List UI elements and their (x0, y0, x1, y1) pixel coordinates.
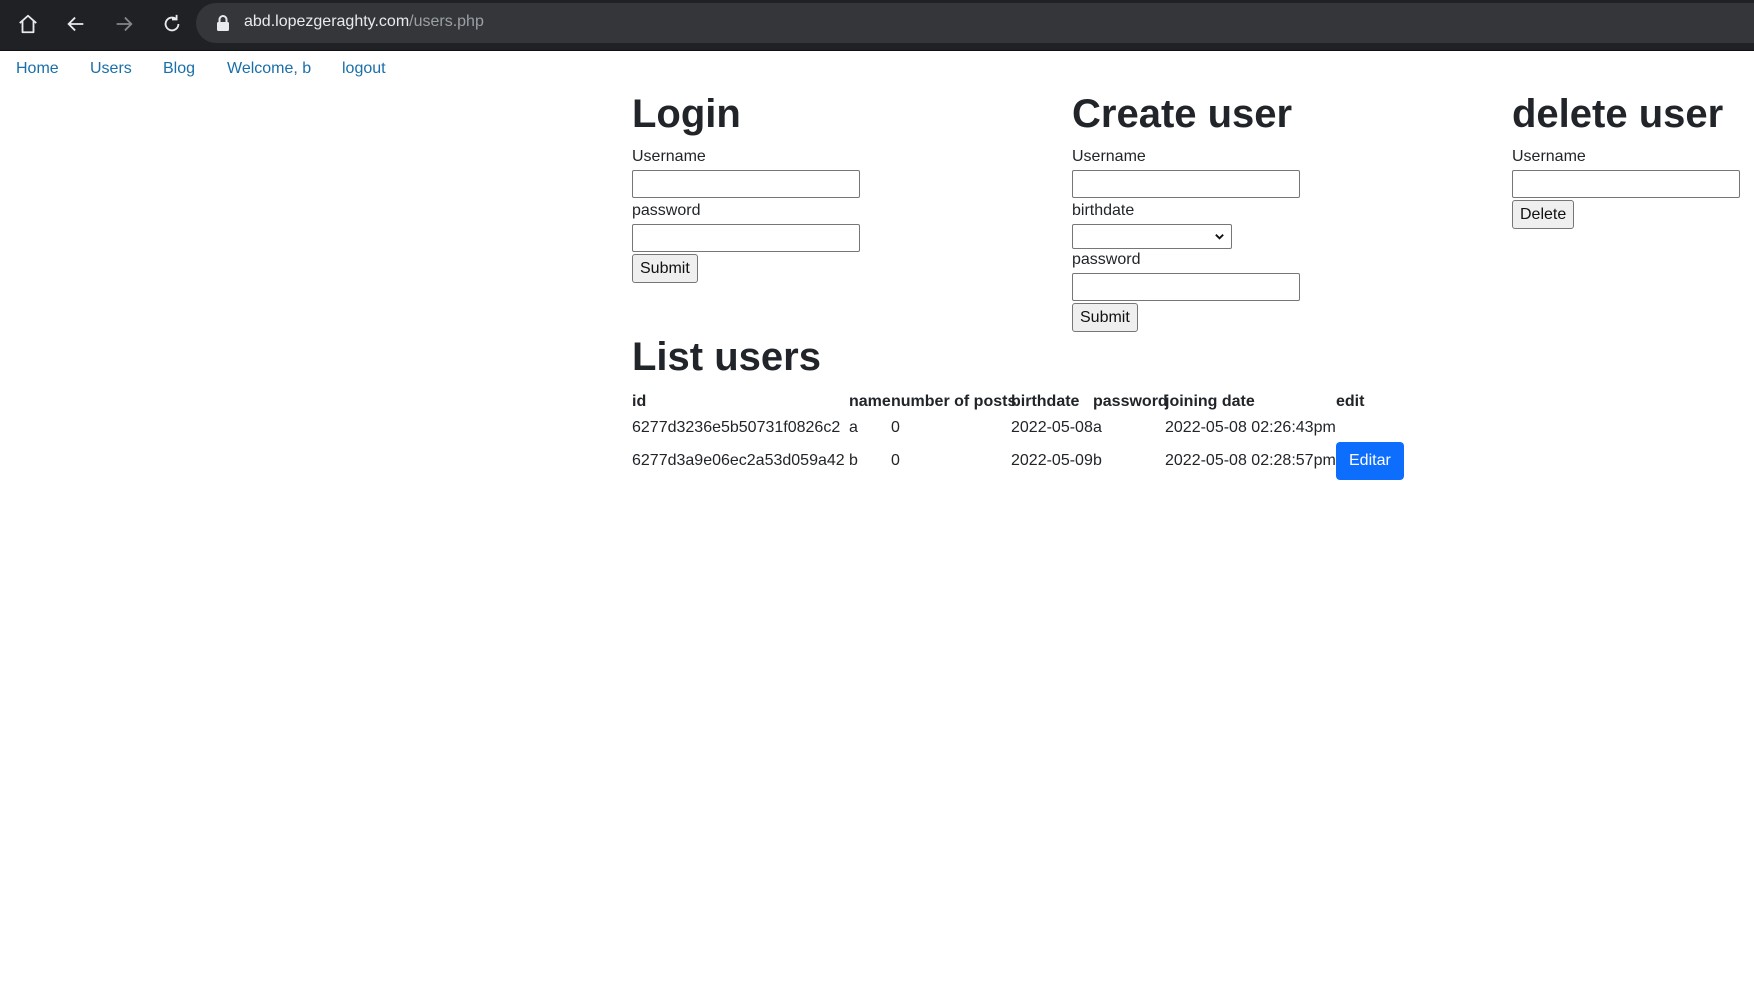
table-cell-posts: 0 (891, 419, 900, 436)
login-username-input[interactable] (632, 170, 860, 198)
create-user-section: Create user Username birthdate password … (1072, 94, 1492, 344)
create-password-input[interactable] (1072, 273, 1300, 301)
nav-blog-link[interactable]: Blog (163, 60, 195, 78)
delete-user-title: delete user (1512, 92, 1724, 136)
delete-button[interactable]: Delete (1512, 200, 1575, 229)
table-cell-name: b (849, 452, 858, 469)
delete-user-section: delete user Username Delete (1512, 94, 1752, 244)
login-submit-button[interactable]: Submit (632, 254, 698, 283)
birthdate-select[interactable] (1072, 224, 1232, 249)
create-username-label: Username (1072, 148, 1146, 165)
column-header-birthdate: birthdate (1011, 393, 1080, 410)
create-user-title: Create user (1072, 92, 1293, 136)
address-bar[interactable]: abd.lopezgeraghty.com/users.php (196, 3, 1754, 43)
login-password-input[interactable] (632, 224, 860, 252)
back-arrow-icon[interactable] (58, 6, 94, 42)
table-cell-id: 6277d3a9e06ec2a53d059a42 (632, 452, 845, 469)
table-cell-joining-date: 2022-05-08 02:26:43pm (1165, 419, 1336, 436)
url-text: abd.lopezgeraghty.com/users.php (244, 13, 484, 31)
home-icon[interactable] (10, 6, 46, 42)
url-host: abd.lopezgeraghty.com (244, 13, 410, 30)
nav-welcome-link[interactable]: Welcome, b (227, 60, 311, 78)
table-cell-password: b (1093, 452, 1102, 469)
table-cell-birthdate: 2022-05-09 (1011, 452, 1093, 469)
table-cell-joining-date: 2022-05-08 02:28:57pm (1165, 452, 1336, 469)
table-cell-birthdate: 2022-05-08 (1011, 419, 1093, 436)
forward-arrow-icon[interactable] (106, 6, 142, 42)
create-password-label: password (1072, 251, 1141, 268)
nav-home-link[interactable]: Home (16, 60, 59, 78)
login-section: Login Username password Submit (632, 94, 1052, 294)
delete-username-label: Username (1512, 148, 1586, 165)
list-users-section: List users (632, 337, 1332, 387)
create-username-input[interactable] (1072, 170, 1300, 198)
lock-icon (217, 15, 229, 31)
edit-button[interactable]: Editar (1336, 442, 1404, 480)
login-username-label: Username (632, 148, 706, 165)
login-password-label: password (632, 202, 701, 219)
nav-logout-link[interactable]: logout (342, 60, 386, 78)
login-title: Login (632, 92, 741, 136)
table-cell-id: 6277d3236e5b50731f0826c2 (632, 419, 841, 436)
table-cell-name: a (849, 419, 858, 436)
url-path: /users.php (409, 13, 484, 30)
birthdate-label: birthdate (1072, 202, 1135, 219)
column-header-id: id (632, 393, 647, 410)
column-header-edit: edit (1336, 393, 1365, 410)
reload-icon[interactable] (154, 6, 190, 42)
nav-users-link[interactable]: Users (90, 60, 132, 78)
column-header-joining-date: joining date (1165, 393, 1255, 410)
table-cell-posts: 0 (891, 452, 900, 469)
browser-toolbar: abd.lopezgeraghty.com/users.php (0, 0, 1754, 51)
list-users-title: List users (632, 335, 821, 379)
delete-username-input[interactable] (1512, 170, 1740, 198)
chevron-down-icon (1215, 234, 1224, 240)
column-header-password: password (1093, 393, 1168, 410)
column-header-name: name (849, 393, 891, 410)
create-submit-button[interactable]: Submit (1072, 303, 1138, 332)
site-navbar: Home Users Blog Welcome, b logout (0, 50, 1754, 90)
column-header-posts: number of posts (891, 393, 1017, 410)
table-cell-password: a (1093, 419, 1102, 436)
